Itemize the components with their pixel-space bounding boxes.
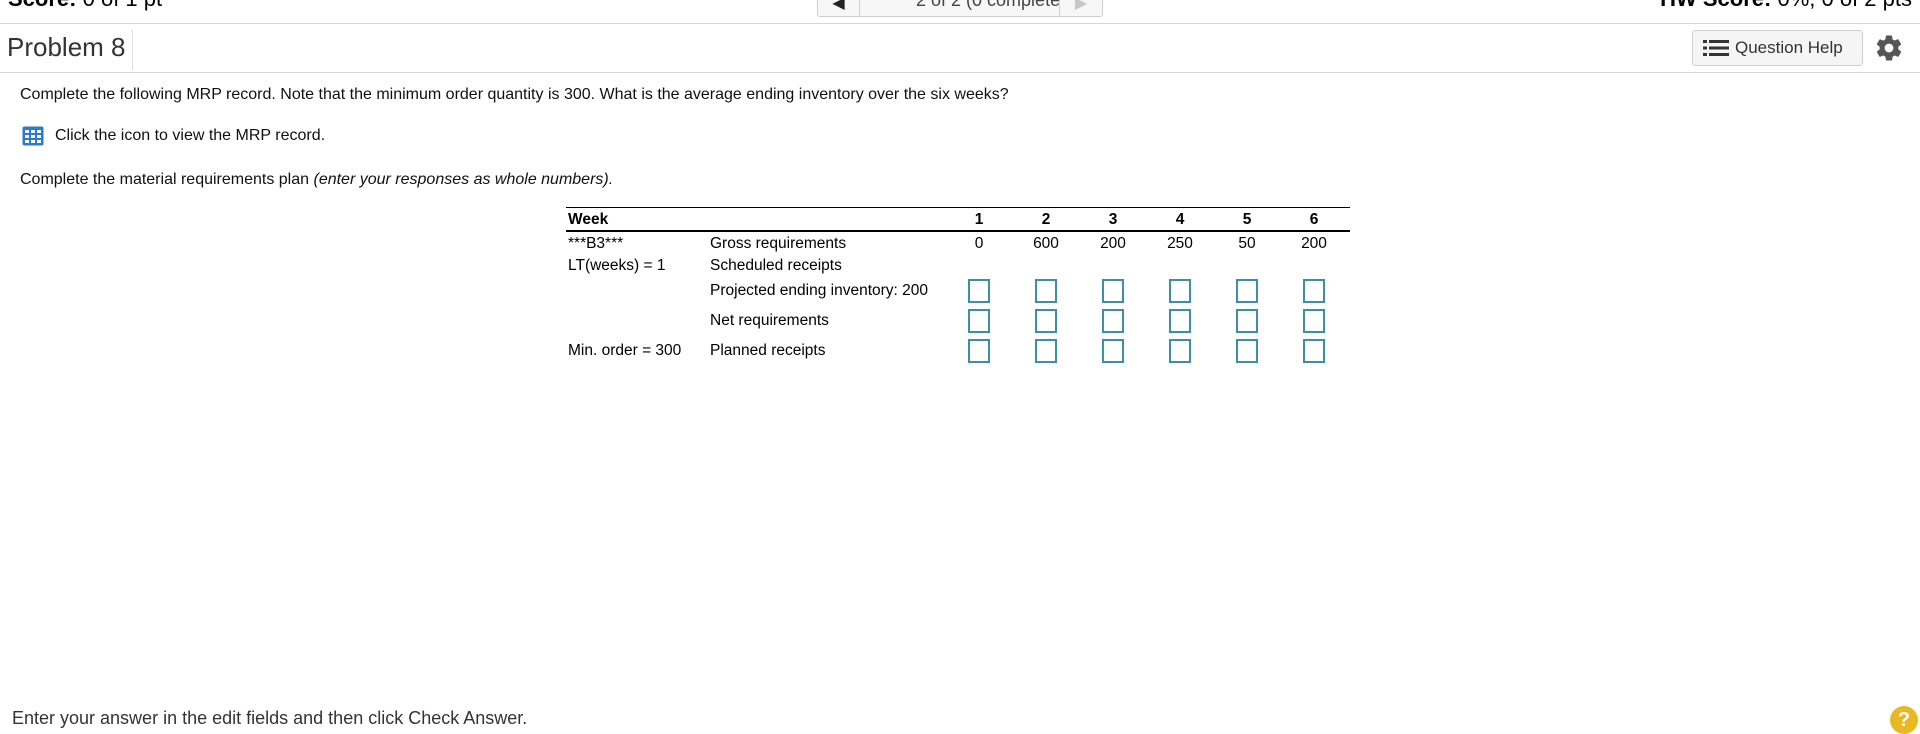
- instruction-main: Complete the material requirements plan: [20, 171, 310, 188]
- problem-header: Problem 8 Question Help: [0, 24, 1920, 73]
- net-requirements-input-week-5[interactable]: [1236, 309, 1258, 333]
- score-label: Score:: [8, 0, 76, 11]
- projected-inventory-input-week-1[interactable]: [968, 279, 990, 303]
- gross-week-4: 250: [1167, 235, 1193, 252]
- page-title: Problem 8: [7, 30, 133, 70]
- net-requirements-input-week-1[interactable]: [968, 309, 990, 333]
- score: Score: 0 of 1 pt: [8, 0, 162, 12]
- question-select-value: 2 of 2 (0 complete): [916, 0, 1060, 10]
- week-3-header: 3: [1108, 211, 1118, 228]
- mrp-record-link-row: Click the icon to view the MRP record.: [22, 126, 325, 146]
- next-question-button[interactable]: ▶: [1060, 0, 1102, 16]
- net-requirements-input-week-3[interactable]: [1102, 309, 1124, 333]
- net-requirements-input-week-2[interactable]: [1035, 309, 1057, 333]
- planned-receipts-input-week-2[interactable]: [1035, 339, 1057, 363]
- previous-question-button[interactable]: ◀: [818, 0, 860, 16]
- week-2-header: 2: [1041, 211, 1051, 228]
- item-label: ***B3***: [568, 235, 624, 252]
- footer-instruction: Enter your answer in the edit fields and…: [12, 708, 528, 728]
- triangle-right-icon: ▶: [1074, 0, 1088, 12]
- question-help-button[interactable]: Question Help: [1692, 30, 1863, 66]
- projected-inventory-input-week-6[interactable]: [1303, 279, 1325, 303]
- question-select[interactable]: 2 of 2 (0 complete) ▼: [860, 0, 1060, 16]
- gear-icon[interactable]: [1874, 33, 1904, 63]
- question-help-label: Question Help: [1735, 38, 1843, 57]
- projected-inventory-input-week-2[interactable]: [1035, 279, 1057, 303]
- instruction-text: Complete the material requirements plan …: [20, 171, 613, 189]
- week-5-header: 5: [1242, 211, 1252, 228]
- week-4-header: 4: [1175, 211, 1185, 228]
- gross-week-1: 0: [974, 235, 984, 252]
- instruction-note: (enter your responses as whole numbers).: [313, 171, 614, 188]
- net-requirements-input-week-4[interactable]: [1169, 309, 1191, 333]
- table-top-rule: [566, 207, 1350, 208]
- question-text: Complete the following MRP record. Note …: [20, 86, 1009, 103]
- net-requirements-input-week-6[interactable]: [1303, 309, 1325, 333]
- hw-score: HW Score: 0%, 0 of 2 pts: [1660, 0, 1912, 12]
- gross-week-6: 200: [1301, 235, 1327, 252]
- projected-inventory-input-week-3[interactable]: [1102, 279, 1124, 303]
- planned-receipts-input-week-6[interactable]: [1303, 339, 1325, 363]
- min-order-label: Min. order = 300: [568, 342, 682, 359]
- week-6-header: 6: [1309, 211, 1319, 228]
- gross-requirements-label: Gross requirements: [710, 235, 847, 252]
- icon-instruction: Click the icon to view the MRP record.: [55, 127, 326, 144]
- scheduled-receipts-label: Scheduled receipts: [710, 257, 842, 274]
- planned-receipts-label: Planned receipts: [710, 342, 826, 359]
- hw-score-label: HW Score:: [1660, 0, 1771, 11]
- top-bar: Score: 0 of 1 pt ◀ 2 of 2 (0 complete) ▼…: [0, 0, 1920, 24]
- planned-receipts-input-week-4[interactable]: [1169, 339, 1191, 363]
- net-requirements-label: Net requirements: [710, 312, 829, 329]
- gross-week-2: 600: [1033, 235, 1059, 252]
- gross-week-5: 50: [1238, 235, 1256, 252]
- table-header-rule: [566, 230, 1350, 232]
- score-value: 0 of 1 pt: [83, 0, 163, 11]
- table-icon[interactable]: [22, 126, 44, 146]
- planned-receipts-input-week-1[interactable]: [968, 339, 990, 363]
- week-1-header: 1: [974, 211, 984, 228]
- lead-time-label: LT(weeks) = 1: [568, 257, 666, 274]
- gross-week-3: 200: [1100, 235, 1126, 252]
- question-navigator: ◀ 2 of 2 (0 complete) ▼ ▶: [817, 0, 1103, 17]
- triangle-left-icon: ◀: [832, 0, 845, 12]
- hw-score-value: 0%, 0 of 2 pts: [1777, 0, 1912, 11]
- planned-receipts-input-week-3[interactable]: [1102, 339, 1124, 363]
- list-icon: [1703, 40, 1729, 56]
- projected-inventory-input-week-5[interactable]: [1236, 279, 1258, 303]
- projected-inventory-label: Projected ending inventory: 200: [710, 282, 929, 299]
- projected-inventory-input-week-4[interactable]: [1169, 279, 1191, 303]
- help-circle-icon[interactable]: ?: [1890, 706, 1918, 734]
- week-header: Week: [568, 211, 609, 228]
- planned-receipts-input-week-5[interactable]: [1236, 339, 1258, 363]
